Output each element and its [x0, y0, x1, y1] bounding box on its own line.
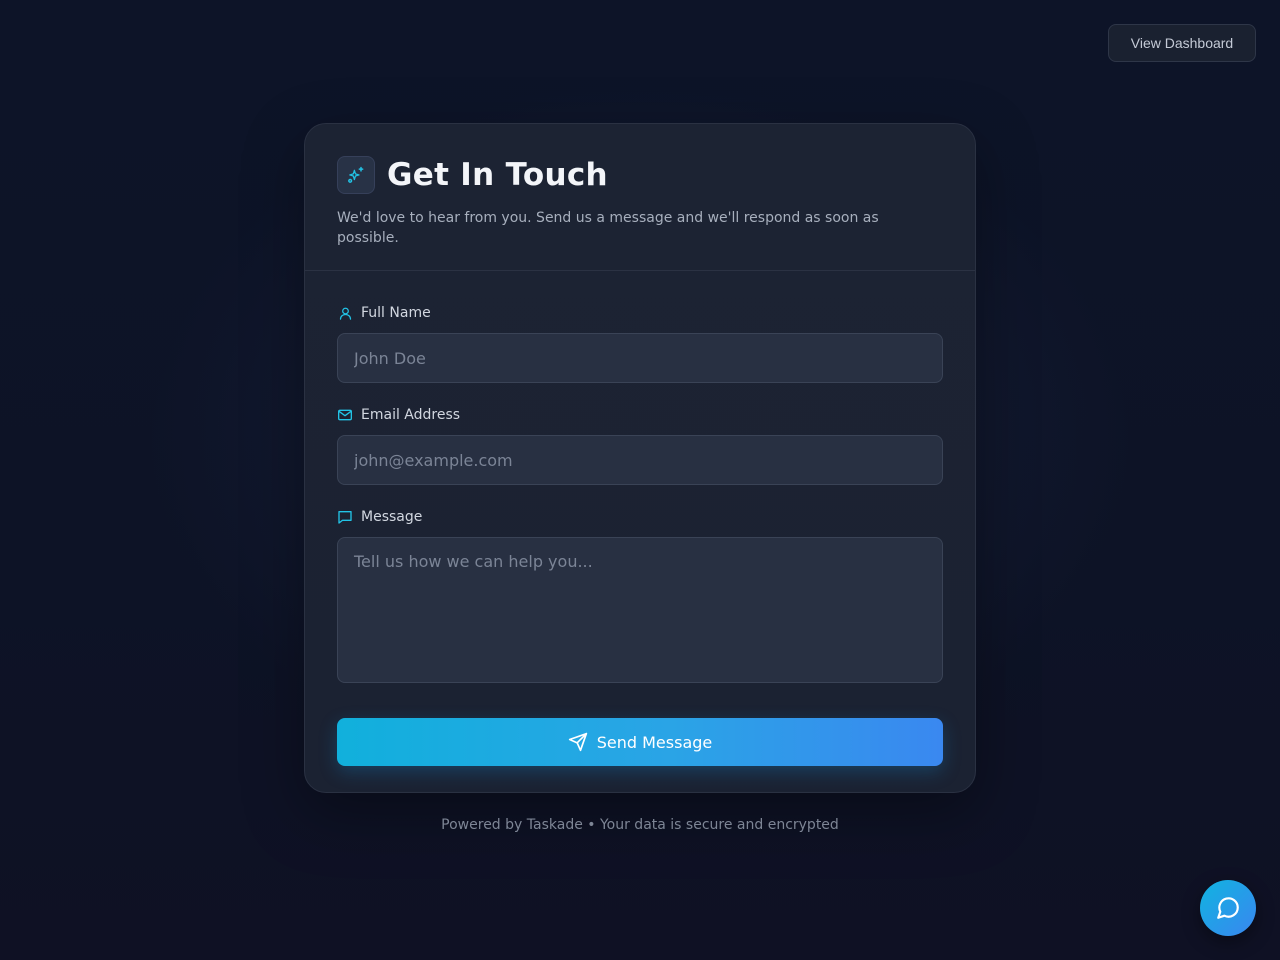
title-row: Get In Touch: [337, 156, 943, 194]
email-field-group: Email Address: [337, 405, 943, 485]
chat-widget-button[interactable]: [1200, 880, 1256, 936]
send-message-label: Send Message: [596, 732, 713, 752]
message-circle-icon: [1215, 895, 1241, 921]
name-label: Full Name: [361, 305, 431, 321]
email-label-row: Email Address: [337, 405, 943, 425]
name-field-group: Full Name: [337, 303, 943, 383]
sparkles-icon: [337, 156, 375, 194]
mail-icon: [337, 407, 353, 423]
card-header: Get In Touch We'd love to hear from you.…: [305, 124, 975, 271]
email-input[interactable]: [337, 435, 943, 485]
full-name-input[interactable]: [337, 333, 943, 383]
view-dashboard-button[interactable]: View Dashboard: [1108, 24, 1256, 62]
send-icon: [568, 732, 588, 752]
message-label: Message: [361, 509, 423, 525]
contact-card: Get In Touch We'd love to hear from you.…: [304, 123, 976, 793]
contact-form: Full Name Email Address: [305, 271, 975, 766]
message-label-row: Message: [337, 507, 943, 527]
message-textarea[interactable]: [337, 537, 943, 683]
message-square-icon: [337, 509, 353, 525]
page-subtitle: We'd love to hear from you. Send us a me…: [337, 210, 879, 246]
page-title: Get In Touch: [387, 157, 608, 193]
name-label-row: Full Name: [337, 303, 943, 323]
footer-note: Powered by Taskade • Your data is secure…: [441, 817, 839, 833]
send-message-button[interactable]: Send Message: [337, 718, 943, 766]
email-label: Email Address: [361, 407, 461, 423]
message-field-group: Message: [337, 507, 943, 687]
user-icon: [337, 305, 353, 321]
